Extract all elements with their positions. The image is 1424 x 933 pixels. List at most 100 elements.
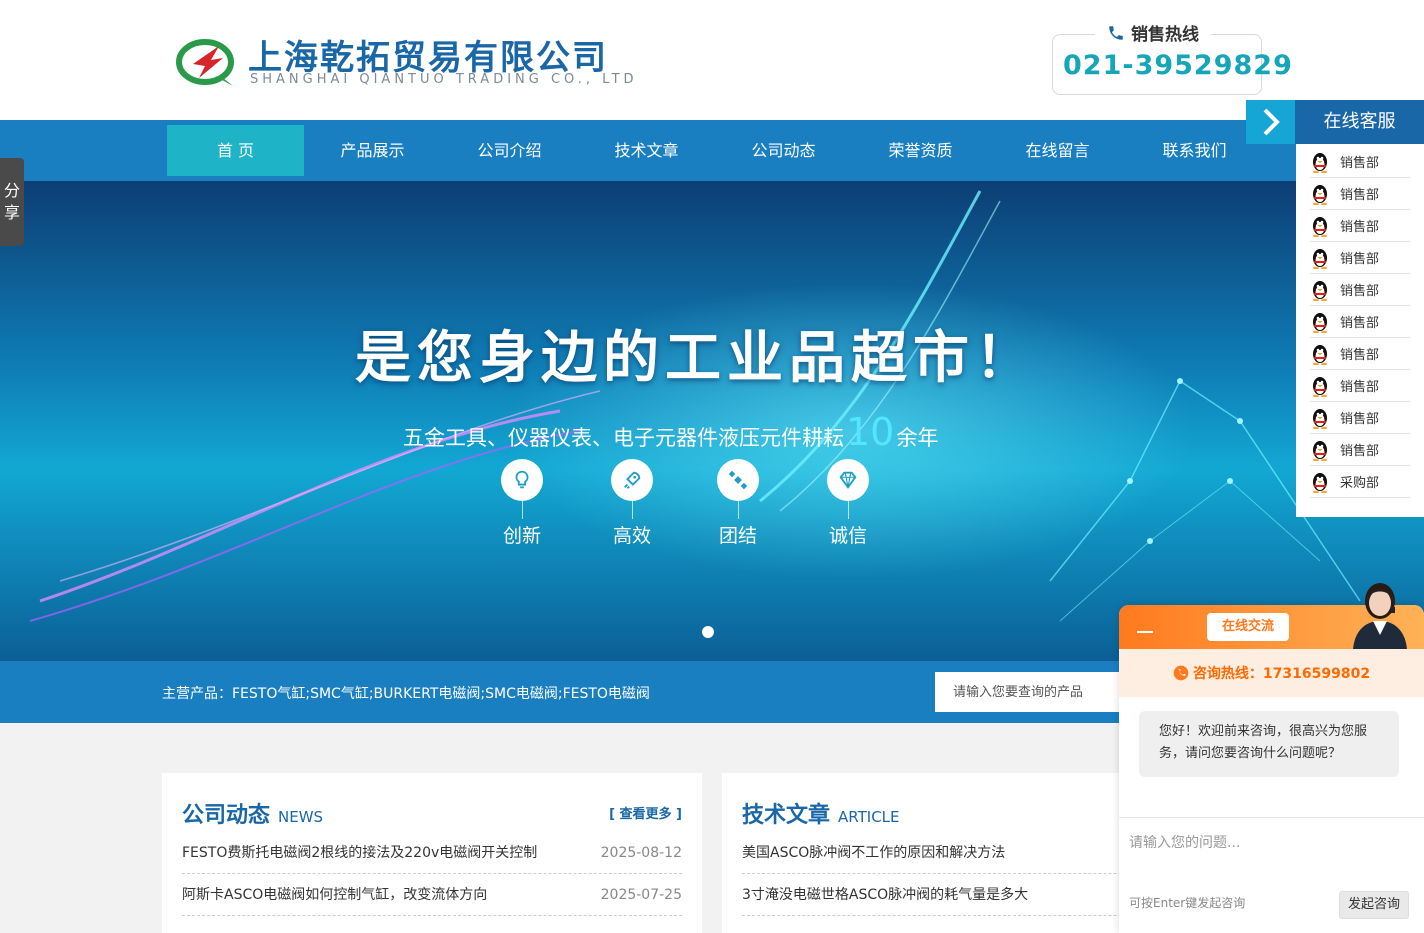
news-row-title[interactable]: 阿斯卡ASCO电磁阀如何控制气缸，改变流体方向 — [182, 887, 487, 903]
nav-item-honors[interactable]: 荣誉资质 — [852, 125, 989, 176]
hero-banner[interactable]: 是您身边的工业品超市！ 五金工具、仪器仪表、电子元器件液压元件耕耘 10 余年 … — [0, 181, 1424, 661]
service-item[interactable]: 销售部 — [1310, 274, 1410, 306]
service-item[interactable]: 销售部 — [1310, 178, 1410, 210]
qq-penguin-icon — [1313, 216, 1327, 237]
news-card-title: 公司动态 NEWS — [182, 797, 323, 829]
article-row-title[interactable]: 3寸淹没电磁世格ASCO脉冲阀的耗气量是多大 — [742, 887, 1028, 903]
article-title-en: ARTICLE — [838, 808, 900, 826]
chat-send-button[interactable]: 发起咨询 — [1339, 891, 1409, 919]
banner-sub-highlight: 10 — [846, 410, 895, 454]
nav-item-contact[interactable]: 联系我们 — [1126, 125, 1263, 176]
hotline-label-wrap: 销售热线 — [1095, 20, 1211, 45]
product-search-input[interactable] — [935, 672, 1125, 712]
share-tab[interactable]: 分享 — [0, 158, 24, 246]
banner-title: 是您身边的工业品超市！ — [355, 326, 1037, 391]
qq-penguin-icon — [1313, 184, 1327, 205]
banner-sub-after: 余年 — [896, 426, 939, 450]
nav-item-articles[interactable]: 技术文章 — [578, 125, 715, 176]
service-item-label: 销售部 — [1340, 252, 1380, 267]
chat-widget: 在线交流 咨询热线：17316599802 您好！欢迎前来咨询，很高兴为您服务，… — [1119, 583, 1424, 933]
chat-hint: 可按Enter键发起咨询 — [1129, 896, 1246, 910]
service-item-label: 销售部 — [1340, 380, 1380, 395]
news-row[interactable]: 阿斯卡ASCO电磁阀如何控制气缸，改变流体方向 2025-07-25 — [182, 874, 682, 916]
service-item[interactable]: 采购部 — [1310, 466, 1410, 498]
feature-line — [737, 501, 739, 519]
qq-penguin-icon — [1313, 248, 1327, 269]
feature-label: 团结 — [718, 525, 757, 547]
article-row-title[interactable]: 美国ASCO脉冲阀不工作的原因和解决方法 — [742, 845, 1005, 861]
service-toggle-button[interactable] — [1246, 100, 1295, 144]
news-more-link[interactable]: [ 查看更多 ] — [609, 803, 682, 822]
carousel-dot[interactable] — [702, 626, 714, 638]
service-list: 销售部 销售部 销售部 销售部 销售部 销售部 销售部 销售部 销售部 销售部 采购部 — [1296, 144, 1424, 517]
minimize-icon[interactable] — [1137, 631, 1153, 633]
chat-hotline-bar: 咨询热线：17316599802 — [1119, 649, 1424, 697]
chevron-right-icon — [1263, 108, 1280, 136]
hotline-number: 021-39529829 — [1063, 50, 1293, 81]
service-item-label: 销售部 — [1340, 220, 1380, 235]
chat-input-area: 可按Enter键发起咨询 发起咨询 — [1119, 817, 1424, 933]
service-item-label: 销售部 — [1340, 348, 1380, 363]
qq-penguin-icon — [1313, 280, 1327, 301]
nav-item-news[interactable]: 公司动态 — [715, 125, 852, 176]
service-item[interactable]: 销售部 — [1310, 146, 1410, 178]
agent-avatar — [1353, 583, 1407, 649]
news-title-cn: 公司动态 — [182, 803, 271, 828]
nav-item-home[interactable]: 首 页 — [167, 125, 304, 176]
chat-greeting: 您好！欢迎前来咨询，很高兴为您服务，请问您要咨询什么问题呢？ — [1139, 711, 1399, 777]
article-title-cn: 技术文章 — [742, 803, 831, 828]
news-row[interactable]: FESTO费斯托电磁阀2根线的接法及220v电磁阀开关控制 2025-08-12 — [182, 832, 682, 874]
service-item-label: 销售部 — [1340, 188, 1380, 203]
rocket-icon — [611, 459, 653, 501]
qq-penguin-icon — [1313, 440, 1327, 461]
feature-line — [521, 501, 523, 519]
qq-penguin-icon — [1313, 312, 1327, 333]
service-item[interactable]: 销售部 — [1310, 338, 1410, 370]
chat-tag: 在线交流 — [1207, 613, 1289, 641]
chat-message-input[interactable] — [1129, 832, 1409, 872]
qq-penguin-icon — [1313, 344, 1327, 365]
nav-item-products[interactable]: 产品展示 — [304, 125, 441, 176]
service-item-label: 销售部 — [1340, 156, 1380, 171]
service-item-label: 销售部 — [1340, 412, 1380, 427]
qq-penguin-icon — [1313, 472, 1327, 493]
banner-subtitle: 五金工具、仪器仪表、电子元器件液压元件耕耘 10 余年 — [403, 413, 938, 452]
banner-sub-before: 五金工具、仪器仪表、电子元器件液压元件耕耘 — [403, 426, 844, 450]
feature-efficiency: 高效 — [592, 459, 672, 548]
company-logo[interactable] — [175, 38, 239, 88]
service-item-label: 销售部 — [1340, 316, 1380, 331]
qq-penguin-icon — [1313, 376, 1327, 397]
phone-icon — [1109, 25, 1123, 40]
hotline-label: 销售热线 — [1131, 25, 1199, 45]
service-item[interactable]: 销售部 — [1310, 370, 1410, 402]
service-item[interactable]: 销售部 — [1310, 434, 1410, 466]
feature-label: 高效 — [612, 525, 651, 547]
nav-item-about[interactable]: 公司介绍 — [441, 125, 578, 176]
service-item[interactable]: 销售部 — [1310, 242, 1410, 274]
service-item[interactable]: 销售部 — [1310, 306, 1410, 338]
service-item[interactable]: 销售部 — [1310, 210, 1410, 242]
service-title: 在线客服 — [1295, 100, 1424, 144]
satellite-icon — [717, 459, 759, 501]
main-products-text: 主营产品：FESTO气缸;SMC气缸;BURKERT电磁阀;SMC电磁阀;FES… — [162, 686, 650, 702]
nav-item-message[interactable]: 在线留言 — [989, 125, 1126, 176]
article-card-title: 技术文章 ARTICLE — [742, 797, 900, 829]
main-nav: 首 页 产品展示 公司介绍 技术文章 公司动态 荣誉资质 在线留言 联系我们 — [0, 120, 1424, 181]
feature-integrity: 诚信 — [808, 459, 888, 548]
news-row-date: 2025-07-25 — [600, 887, 682, 903]
service-item[interactable]: 销售部 — [1310, 402, 1410, 434]
feature-innovation: 创新 — [482, 459, 562, 548]
feature-label: 创新 — [502, 525, 541, 547]
feature-line — [631, 501, 633, 519]
online-service-panel: 在线客服 销售部 销售部 销售部 销售部 销售部 销售部 销售部 销售部 销售部 销售部 采购部 — [1246, 100, 1424, 517]
news-row-date: 2025-08-12 — [600, 845, 682, 861]
news-title-en: NEWS — [278, 808, 324, 826]
phone-icon — [1173, 665, 1189, 681]
news-card: 公司动态 NEWS [ 查看更多 ] FESTO费斯托电磁阀2根线的接法及220… — [162, 773, 702, 933]
feature-label: 诚信 — [828, 525, 867, 547]
news-row-title[interactable]: FESTO费斯托电磁阀2根线的接法及220v电磁阀开关控制 — [182, 845, 537, 861]
service-item-label: 销售部 — [1340, 444, 1380, 459]
diamond-icon — [827, 459, 869, 501]
feature-line — [847, 501, 849, 519]
site-header: 上海乾拓贸易有限公司 SHANGHAI QIANTUO TRADING CO.,… — [0, 0, 1424, 120]
